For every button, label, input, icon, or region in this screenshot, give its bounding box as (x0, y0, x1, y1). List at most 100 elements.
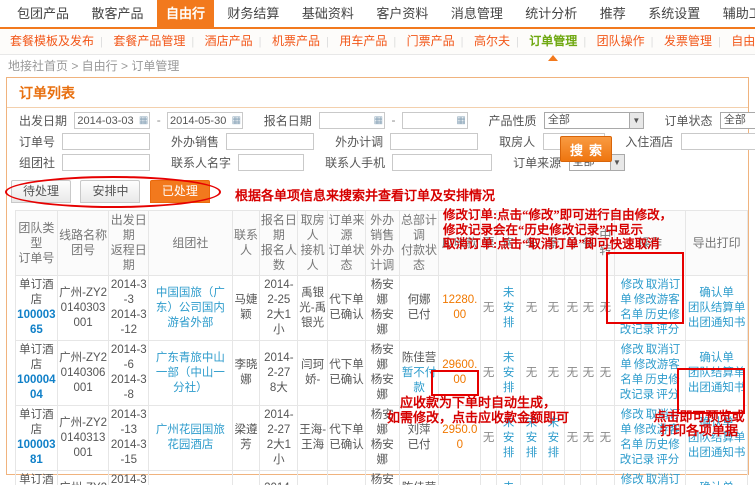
hotel-input[interactable] (681, 133, 755, 150)
order-number-link[interactable]: 10000381 (17, 438, 56, 468)
nav-item-tools[interactable]: 辅助工具 (714, 0, 755, 27)
source-status-cell: 代下单已确认 (328, 276, 366, 341)
dates-cell: 2014-3-132014-3-15 (109, 406, 149, 471)
export-link[interactable]: 团队结算单 (688, 367, 746, 379)
dates-cell: 2014-3-32014-3-12 (109, 276, 149, 341)
arrange-link[interactable]: 未安排 (526, 417, 538, 459)
export-link[interactable]: 确认单 (699, 482, 734, 485)
actions-cell: 修改取消订单修改游客名单历史修改记录评分 (614, 276, 685, 341)
export-link[interactable]: 确认单 (699, 287, 734, 299)
action-link[interactable]: 修改 (621, 474, 644, 485)
sales-op-cell: 杨安娜杨安娜 (365, 471, 399, 485)
agency-link[interactable]: 中国国旅（广东）公司国内游省外部 (156, 287, 225, 329)
nav-item-customer-data[interactable]: 客户资料 (367, 0, 437, 27)
arrange-link[interactable]: 未安排 (503, 417, 515, 459)
hq-pay-cell: 陈佳营暂不付款 (399, 471, 439, 485)
arrange-link[interactable]: 未安排 (503, 482, 515, 485)
receivable-link[interactable]: 12280.00 (442, 294, 477, 321)
subnav-item-free-travel-order[interactable]: 自由行下单 (731, 29, 755, 54)
arrange-cell: 无 (580, 276, 596, 341)
separator: | (651, 36, 654, 48)
search-button[interactable]: 搜索 (560, 136, 612, 162)
action-link[interactable]: 评分 (656, 324, 679, 336)
agency-input[interactable] (62, 154, 150, 171)
subnav-item-hotel[interactable]: 酒店产品 (205, 29, 253, 54)
subnav-item-golf[interactable]: 高尔夫 (474, 29, 510, 54)
export-link[interactable]: 团队结算单 (688, 302, 746, 314)
export-link[interactable]: 出团通知书 (688, 447, 746, 459)
arrange-cell: 无 (596, 471, 614, 485)
column-header: 出发日期返程日期 (109, 211, 149, 276)
subnav-item-template-publish[interactable]: 套餐模板及发布 (10, 29, 94, 54)
branch-op-input[interactable] (390, 133, 478, 150)
date-range-dash: - (157, 113, 161, 127)
arrange-link[interactable]: 未安排 (548, 417, 560, 459)
search-form: 出发日期 ▦ - ▦ 报名日期 ▦ - ▦ 产品性质 全部▼ 订单状态 全部▼ … (7, 108, 748, 177)
column-header: 中转 (596, 211, 614, 276)
export-link[interactable]: 出团通知书 (688, 382, 746, 394)
order-no-input[interactable] (62, 133, 150, 150)
export-link[interactable]: 出团通知书 (688, 317, 746, 329)
calendar-icon[interactable]: ▦ (232, 114, 241, 127)
subnav-item-ticket[interactable]: 门票产品 (407, 29, 455, 54)
order-status-select[interactable]: 全部▼ (720, 112, 755, 129)
nav-item-statistics[interactable]: 统计分析 (516, 0, 586, 27)
contact-cell: 李晓娜 (232, 341, 260, 406)
nav-item-recommend[interactable]: 推荐 (591, 0, 635, 27)
calendar-icon[interactable]: ▦ (374, 114, 383, 127)
receivable-cell: 2950.00 (439, 406, 481, 471)
branch-sales-label: 外办销售 (171, 133, 219, 150)
export-link[interactable]: 确认单 (699, 352, 734, 364)
arrange-link[interactable]: 未安排 (503, 352, 515, 394)
hq-pay-cell: 陈佳营暂不付款 (399, 341, 439, 406)
nav-item-messages[interactable]: 消息管理 (442, 0, 512, 27)
arrange-cell: 无 (481, 341, 497, 406)
nav-item-fit-products[interactable]: 散客产品 (82, 0, 152, 27)
subnav-item-group-ops[interactable]: 团队操作 (597, 29, 645, 54)
contact-name-input[interactable] (238, 154, 304, 171)
nav-item-basic-data[interactable]: 基础资料 (293, 0, 363, 27)
contact-cell: 马婕颖 (232, 276, 260, 341)
tab-pending[interactable]: 待处理 (11, 180, 71, 203)
action-link[interactable]: 评分 (656, 454, 679, 466)
order-number-link[interactable]: 10000365 (17, 308, 56, 338)
nav-item-free-travel[interactable]: 自由行 (157, 0, 214, 27)
receivable-link[interactable]: 2950.00 (442, 424, 477, 451)
action-link[interactable]: 评分 (656, 389, 679, 401)
arrange-cell: 未安排 (497, 406, 521, 471)
arrange-cell: 无 (542, 341, 564, 406)
tab-processed[interactable]: 已处理 (150, 180, 210, 203)
order-number-link[interactable]: 10000404 (17, 373, 56, 403)
tab-arranging[interactable]: 安排中 (80, 180, 140, 203)
chevron-down-icon: ▼ (629, 113, 643, 128)
agency-link[interactable]: 广东青旅中山一部（中山一分社） (156, 352, 225, 394)
sales-op-cell: 杨安娜杨安娜 (365, 341, 399, 406)
actions-cell: 修改取消订单修改游客名单历史修改记录评分 (614, 341, 685, 406)
nav-item-settings[interactable]: 系统设置 (639, 0, 709, 27)
product-nature-select[interactable]: 全部▼ (544, 112, 644, 129)
receivable-link[interactable]: 29600.00 (442, 359, 477, 386)
action-link[interactable]: 修改 (621, 409, 644, 421)
agency-link[interactable]: 广州花园国旅花园酒店 (156, 424, 225, 451)
export-link[interactable]: 团队结算单 (688, 432, 746, 444)
arrange-cell: 无 (564, 471, 580, 485)
nav-item-package-products[interactable]: 包团产品 (8, 0, 78, 27)
subnav-item-invoice[interactable]: 发票管理 (664, 29, 712, 54)
pay-status-link[interactable]: 暂不付款 (402, 367, 437, 394)
action-link[interactable]: 修改 (621, 279, 644, 291)
calendar-icon[interactable]: ▦ (139, 114, 148, 127)
branch-sales-input[interactable] (226, 133, 314, 150)
subnav-item-order-manage[interactable]: 订单管理 (529, 29, 577, 54)
nav-item-finance[interactable]: 财务结算 (218, 0, 288, 27)
export-link[interactable]: 确认单 (699, 417, 734, 429)
room-person-cell: 涂婕姗- (298, 471, 328, 485)
subnav-item-vehicle[interactable]: 用车产品 (339, 29, 387, 54)
actions-cell: 修改取消订单修改游客名单历史修改记录评分 (614, 471, 685, 485)
contact-phone-input[interactable] (392, 154, 492, 171)
table-header-row: 团队类型订单号线路名称团号出发日期返程日期组团社联系人报名日期报名人数取房人接机… (16, 211, 748, 276)
arrange-link[interactable]: 未安排 (503, 287, 515, 329)
calendar-icon[interactable]: ▦ (456, 114, 465, 127)
subnav-item-package-manage[interactable]: 套餐产品管理 (113, 29, 185, 54)
action-link[interactable]: 修改 (621, 344, 644, 356)
subnav-item-flight[interactable]: 机票产品 (272, 29, 320, 54)
